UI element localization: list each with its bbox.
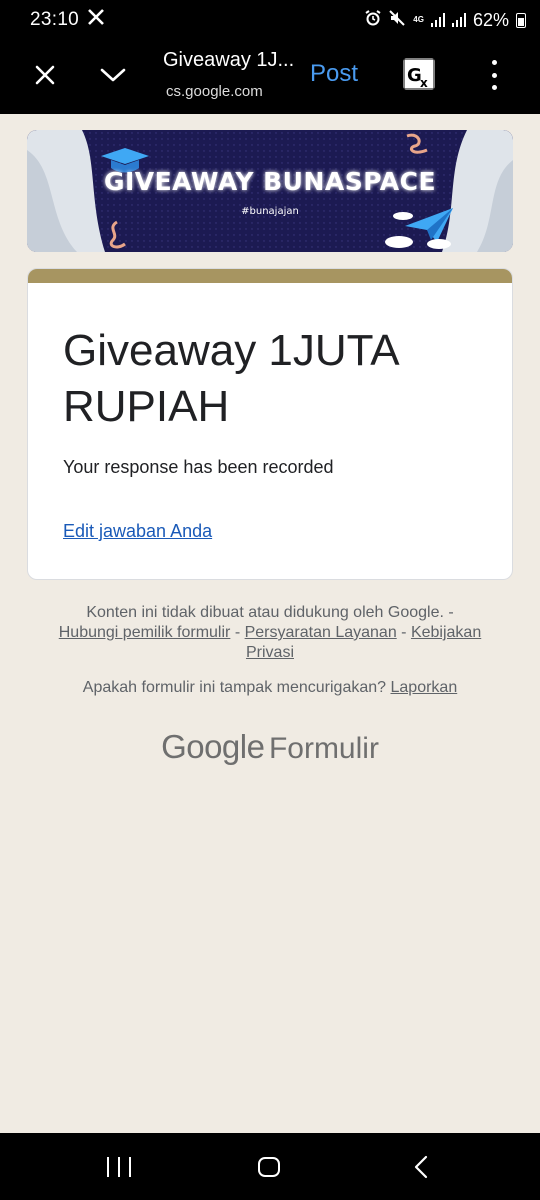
recents-icon[interactable] <box>107 1157 131 1177</box>
post-button[interactable]: Post <box>310 60 358 88</box>
separator: - <box>401 624 407 641</box>
logo-product: Formulir <box>268 732 379 765</box>
alarm-icon <box>365 9 381 31</box>
browser-toolbar: Giveaway 1J... cs.google.com Post Gx <box>0 40 540 114</box>
card-accent-bar <box>28 269 512 283</box>
navigation-bar <box>0 1133 540 1200</box>
back-icon[interactable] <box>410 1155 434 1179</box>
status-time: 23:10 <box>30 9 80 30</box>
home-icon[interactable] <box>258 1157 280 1177</box>
banner-hashtag: #bunajajan <box>241 206 299 217</box>
signal-icon <box>430 13 445 27</box>
status-bar: 23:10 4G 62% <box>0 0 540 40</box>
banner-title: GIVEAWAY BUNASPACE <box>103 167 437 196</box>
battery-icon <box>516 12 526 28</box>
page-url: cs.google.com <box>166 83 263 100</box>
battery-percent: 62% <box>472 9 509 30</box>
confirmation-message: Your response has been recorded <box>63 457 334 477</box>
status-icons: 4G 62% <box>365 9 526 32</box>
disclaimer-text: Konten ini tidak dibuat atau didukung ol… <box>86 604 454 621</box>
form-header-banner: GIVEAWAY BUNASPACE #bunajajan <box>27 130 513 252</box>
google-forms-logo[interactable]: Google Formulir <box>0 728 540 766</box>
chevron-down-icon[interactable] <box>98 60 128 90</box>
edit-response-link[interactable]: Edit jawaban Anda <box>63 521 212 542</box>
page-title: Giveaway 1J... <box>163 49 295 71</box>
report-link[interactable]: Laporkan <box>391 679 458 696</box>
report-section: Apakah formulir ini tampak mencurigakan?… <box>0 679 540 697</box>
more-vert-icon[interactable] <box>488 60 500 90</box>
footer-disclaimer: Konten ini tidak dibuat atau didukung ol… <box>40 603 500 663</box>
report-question: Apakah formulir ini tampak mencurigakan? <box>82 679 387 696</box>
form-title: Giveaway 1JUTA RUPIAH <box>63 326 398 431</box>
confirmation-card: Giveaway 1JUTA RUPIAH Your response has … <box>27 268 513 580</box>
translate-icon[interactable]: Gx <box>403 58 435 90</box>
mute-icon <box>388 9 406 32</box>
signal-icon-2 <box>451 13 466 27</box>
x-logo-icon <box>87 8 105 32</box>
terms-link[interactable]: Persyaratan Layanan <box>245 624 397 641</box>
svg-text:x: x <box>420 76 428 90</box>
contact-owner-link[interactable]: Hubungi pemilik formulir <box>59 624 231 641</box>
close-icon[interactable] <box>30 60 60 90</box>
network-type: 4G <box>413 15 424 24</box>
logo-google: Google <box>161 728 265 765</box>
separator: - <box>234 624 241 641</box>
